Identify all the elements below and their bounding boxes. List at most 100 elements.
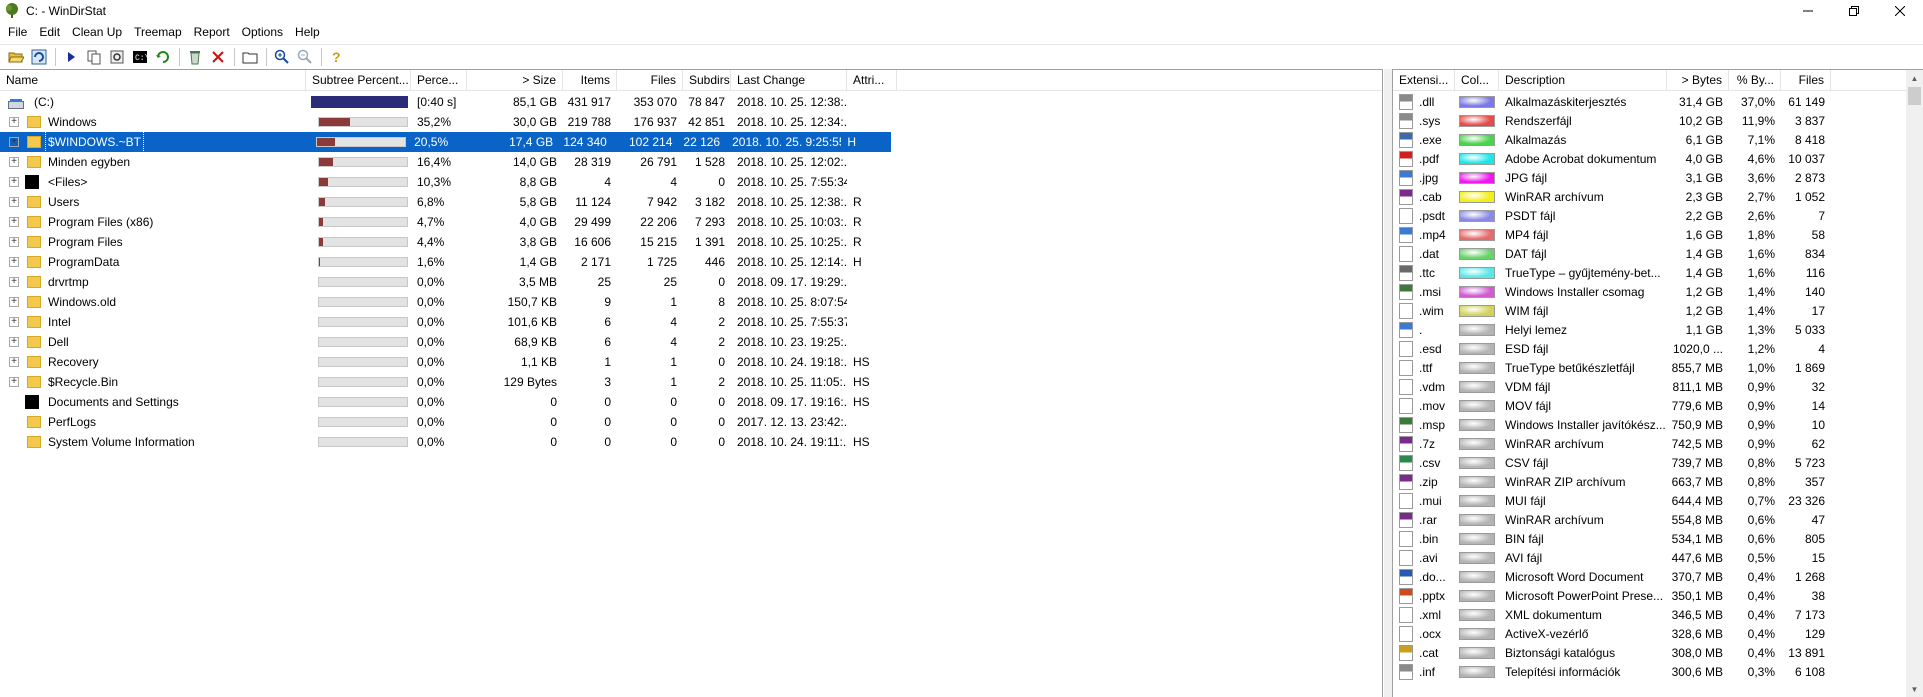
- tree-column-header[interactable]: Perce...: [411, 70, 467, 91]
- extension-row[interactable]: .avi AVI fájl 447,6 MB 0,5% 15: [1393, 548, 1923, 567]
- expand-icon[interactable]: +: [9, 157, 19, 167]
- refresh-button[interactable]: [153, 47, 173, 67]
- extension-row[interactable]: .exe Alkalmazás 6,1 GB 7,1% 8 418: [1393, 130, 1923, 149]
- menu-help[interactable]: Help: [289, 22, 326, 42]
- tree-row[interactable]: + Program Files 4,4% 3,8 GB 16 606 15 215 1 39…: [0, 232, 1382, 252]
- menu-clean-up[interactable]: Clean Up: [66, 22, 128, 42]
- extension-row[interactable]: .mui MUI fájl 644,4 MB 0,7% 23 326: [1393, 491, 1923, 510]
- extension-column-header[interactable]: > Bytes: [1667, 70, 1729, 91]
- expand-icon[interactable]: +: [9, 277, 19, 287]
- command-prompt-button[interactable]: C:\: [130, 47, 150, 67]
- help-button[interactable]: ?: [327, 47, 347, 67]
- maximize-button[interactable]: [1831, 0, 1877, 22]
- tree-row[interactable]: + ProgramData 1,6% 1,4 GB 2 171 1 725 446 2018.…: [0, 252, 1382, 272]
- menu-treemap[interactable]: Treemap: [128, 22, 188, 42]
- scroll-up-icon[interactable]: ▲: [1906, 70, 1923, 87]
- tree-row[interactable]: + $Recycle.Bin 0,0% 129 Bytes 3 1 2 2018. 10. 2…: [0, 372, 1382, 392]
- tree-row[interactable]: + <Files> 10,3% 8,8 GB 4 4 0 2018. 10. 25. 7:55…: [0, 172, 1382, 192]
- expand-icon[interactable]: +: [9, 197, 19, 207]
- tree-row[interactable]: System Volume Information 0,0% 0 0 0 0 2018. 1…: [0, 432, 1382, 452]
- extension-row[interactable]: .esd ESD fájl 1020,0 ... 1,2% 4: [1393, 339, 1923, 358]
- menu-options[interactable]: Options: [236, 22, 289, 42]
- extension-scrollbar[interactable]: ▲ ▼: [1906, 70, 1923, 697]
- extension-row[interactable]: . Helyi lemez 1,1 GB 1,3% 5 033: [1393, 320, 1923, 339]
- expand-icon[interactable]: +: [9, 117, 19, 127]
- tree-column-header[interactable]: Items: [563, 70, 617, 91]
- tree-row[interactable]: (C:) [0:40 s] 85,1 GB 431 917 353 070 78 847 2…: [0, 92, 1382, 112]
- extension-row[interactable]: .wim WIM fájl 1,2 GB 1,4% 17: [1393, 301, 1923, 320]
- menu-report[interactable]: Report: [188, 22, 236, 42]
- extension-row[interactable]: .ocx ActiveX-vezérlő 328,6 MB 0,4% 129: [1393, 624, 1923, 643]
- tree-column-header[interactable]: > Size: [467, 70, 563, 91]
- expand-icon[interactable]: +: [9, 357, 19, 367]
- tree-column-header[interactable]: Subdirs: [683, 70, 731, 91]
- extension-column-header[interactable]: % By...: [1729, 70, 1781, 91]
- menu-edit[interactable]: Edit: [33, 22, 66, 42]
- tree-column-header[interactable]: Last Change: [731, 70, 847, 91]
- extension-row[interactable]: .csv CSV fájl 739,7 MB 0,8% 5 723: [1393, 453, 1923, 472]
- tree-row[interactable]: + Dell 0,0% 68,9 KB 6 4 2 2018. 10. 23. 19:25:.…: [0, 332, 1382, 352]
- extension-row[interactable]: .jpg JPG fájl 3,1 GB 3,6% 2 873: [1393, 168, 1923, 187]
- extension-row[interactable]: .pdf Adobe Acrobat dokumentum 4,0 GB 4,6% 10…: [1393, 149, 1923, 168]
- tree-row[interactable]: Documents and Settings 0,0% 0 0 0 0 2018. 09. …: [0, 392, 1382, 412]
- extension-row[interactable]: .rar WinRAR archívum 554,8 MB 0,6% 47: [1393, 510, 1923, 529]
- extension-row[interactable]: .xml XML dokumentum 346,5 MB 0,4% 7 173: [1393, 605, 1923, 624]
- zoom-in-button[interactable]: [272, 47, 292, 67]
- tree-row[interactable]: + $WINDOWS.~BT 20,5% 17,4 GB 124 340 102 214 2…: [0, 132, 891, 152]
- expand-icon[interactable]: +: [9, 337, 19, 347]
- expand-icon[interactable]: +: [9, 217, 19, 227]
- minimize-button[interactable]: [1785, 0, 1831, 22]
- play-button[interactable]: [61, 47, 81, 67]
- scroll-thumb[interactable]: [1908, 87, 1921, 105]
- extension-column-header[interactable]: Extensi...: [1393, 70, 1455, 91]
- expand-icon[interactable]: +: [9, 317, 19, 327]
- tree-column-header[interactable]: Name: [0, 70, 306, 91]
- extension-row[interactable]: .pptx Microsoft PowerPoint Prese... 350,1 …: [1393, 586, 1923, 605]
- tree-row[interactable]: + Users 6,8% 5,8 GB 11 124 7 942 3 182 2018. 10…: [0, 192, 1382, 212]
- tree-row[interactable]: PerfLogs 0,0% 0 0 0 0 2017. 12. 13. 23:42:...: [0, 412, 1382, 432]
- extension-row[interactable]: .cab WinRAR archívum 2,3 GB 2,7% 1 052: [1393, 187, 1923, 206]
- extension-row[interactable]: .ttc TrueType – gyűjtemény-bet... 1,4 GB 1,…: [1393, 263, 1923, 282]
- tree-row[interactable]: + Windows 35,2% 30,0 GB 219 788 176 937 42 851…: [0, 112, 1382, 132]
- extension-row[interactable]: .mov MOV fájl 779,6 MB 0,9% 14: [1393, 396, 1923, 415]
- extension-row[interactable]: .do... Microsoft Word Document 370,7 MB 0,4…: [1393, 567, 1923, 586]
- extension-row[interactable]: .dll Alkalmazáskiterjesztés 31,4 GB 37,0% 61…: [1393, 92, 1923, 111]
- properties-button[interactable]: [240, 47, 260, 67]
- recycle-button[interactable]: [185, 47, 205, 67]
- extension-row[interactable]: .msp Windows Installer javítókész... 750,9…: [1393, 415, 1923, 434]
- tree-row[interactable]: + Windows.old 0,0% 150,7 KB 9 1 8 2018. 10. 25.…: [0, 292, 1382, 312]
- delete-button[interactable]: [208, 47, 228, 67]
- explorer-button[interactable]: [107, 47, 127, 67]
- tree-row[interactable]: + Minden egyben 16,4% 14,0 GB 28 319 26 791 1 …: [0, 152, 1382, 172]
- menu-file[interactable]: File: [2, 22, 33, 42]
- extension-row[interactable]: .mp4 MP4 fájl 1,6 GB 1,8% 58: [1393, 225, 1923, 244]
- pane-splitter[interactable]: [1384, 69, 1392, 697]
- extension-row[interactable]: .sys Rendszerfájl 10,2 GB 11,9% 3 837: [1393, 111, 1923, 130]
- open-button[interactable]: [6, 47, 26, 67]
- expand-icon[interactable]: +: [9, 177, 19, 187]
- extension-row[interactable]: .zip WinRAR ZIP archívum 663,7 MB 0,8% 357: [1393, 472, 1923, 491]
- rescan-all-button[interactable]: [29, 47, 49, 67]
- extension-row[interactable]: .vdm VDM fájl 811,1 MB 0,9% 32: [1393, 377, 1923, 396]
- expand-icon[interactable]: +: [9, 297, 19, 307]
- extension-column-header[interactable]: Files: [1781, 70, 1831, 91]
- extension-row[interactable]: .bin BIN fájl 534,1 MB 0,6% 805: [1393, 529, 1923, 548]
- extension-row[interactable]: .psdt PSDT fájl 2,2 GB 2,6% 7: [1393, 206, 1923, 225]
- tree-column-header[interactable]: Files: [617, 70, 683, 91]
- expand-icon[interactable]: +: [9, 377, 19, 387]
- tree-row[interactable]: + Recovery 0,0% 1,1 KB 1 1 0 2018. 10. 24. 19:1…: [0, 352, 1382, 372]
- tree-row[interactable]: + Program Files (x86) 4,7% 4,0 GB 29 499 22 2…: [0, 212, 1382, 232]
- expand-icon[interactable]: +: [9, 257, 19, 267]
- extension-row[interactable]: .ttf TrueType betűkészletfájl 855,7 MB 1,0%…: [1393, 358, 1923, 377]
- scroll-down-icon[interactable]: ▼: [1906, 681, 1923, 697]
- tree-column-header[interactable]: Attri...: [847, 70, 897, 91]
- extension-row[interactable]: .dat DAT fájl 1,4 GB 1,6% 834: [1393, 244, 1923, 263]
- extension-row[interactable]: .msi Windows Installer csomag 1,2 GB 1,4% 14…: [1393, 282, 1923, 301]
- tree-row[interactable]: + Intel 0,0% 101,6 KB 6 4 2 2018. 10. 25. 7:55:…: [0, 312, 1382, 332]
- copy-path-button[interactable]: [84, 47, 104, 67]
- extension-column-header[interactable]: Description: [1499, 70, 1667, 91]
- extension-column-header[interactable]: Col...: [1455, 70, 1499, 91]
- expand-icon[interactable]: +: [9, 237, 19, 247]
- close-button[interactable]: [1877, 0, 1923, 22]
- zoom-out-button[interactable]: [295, 47, 315, 67]
